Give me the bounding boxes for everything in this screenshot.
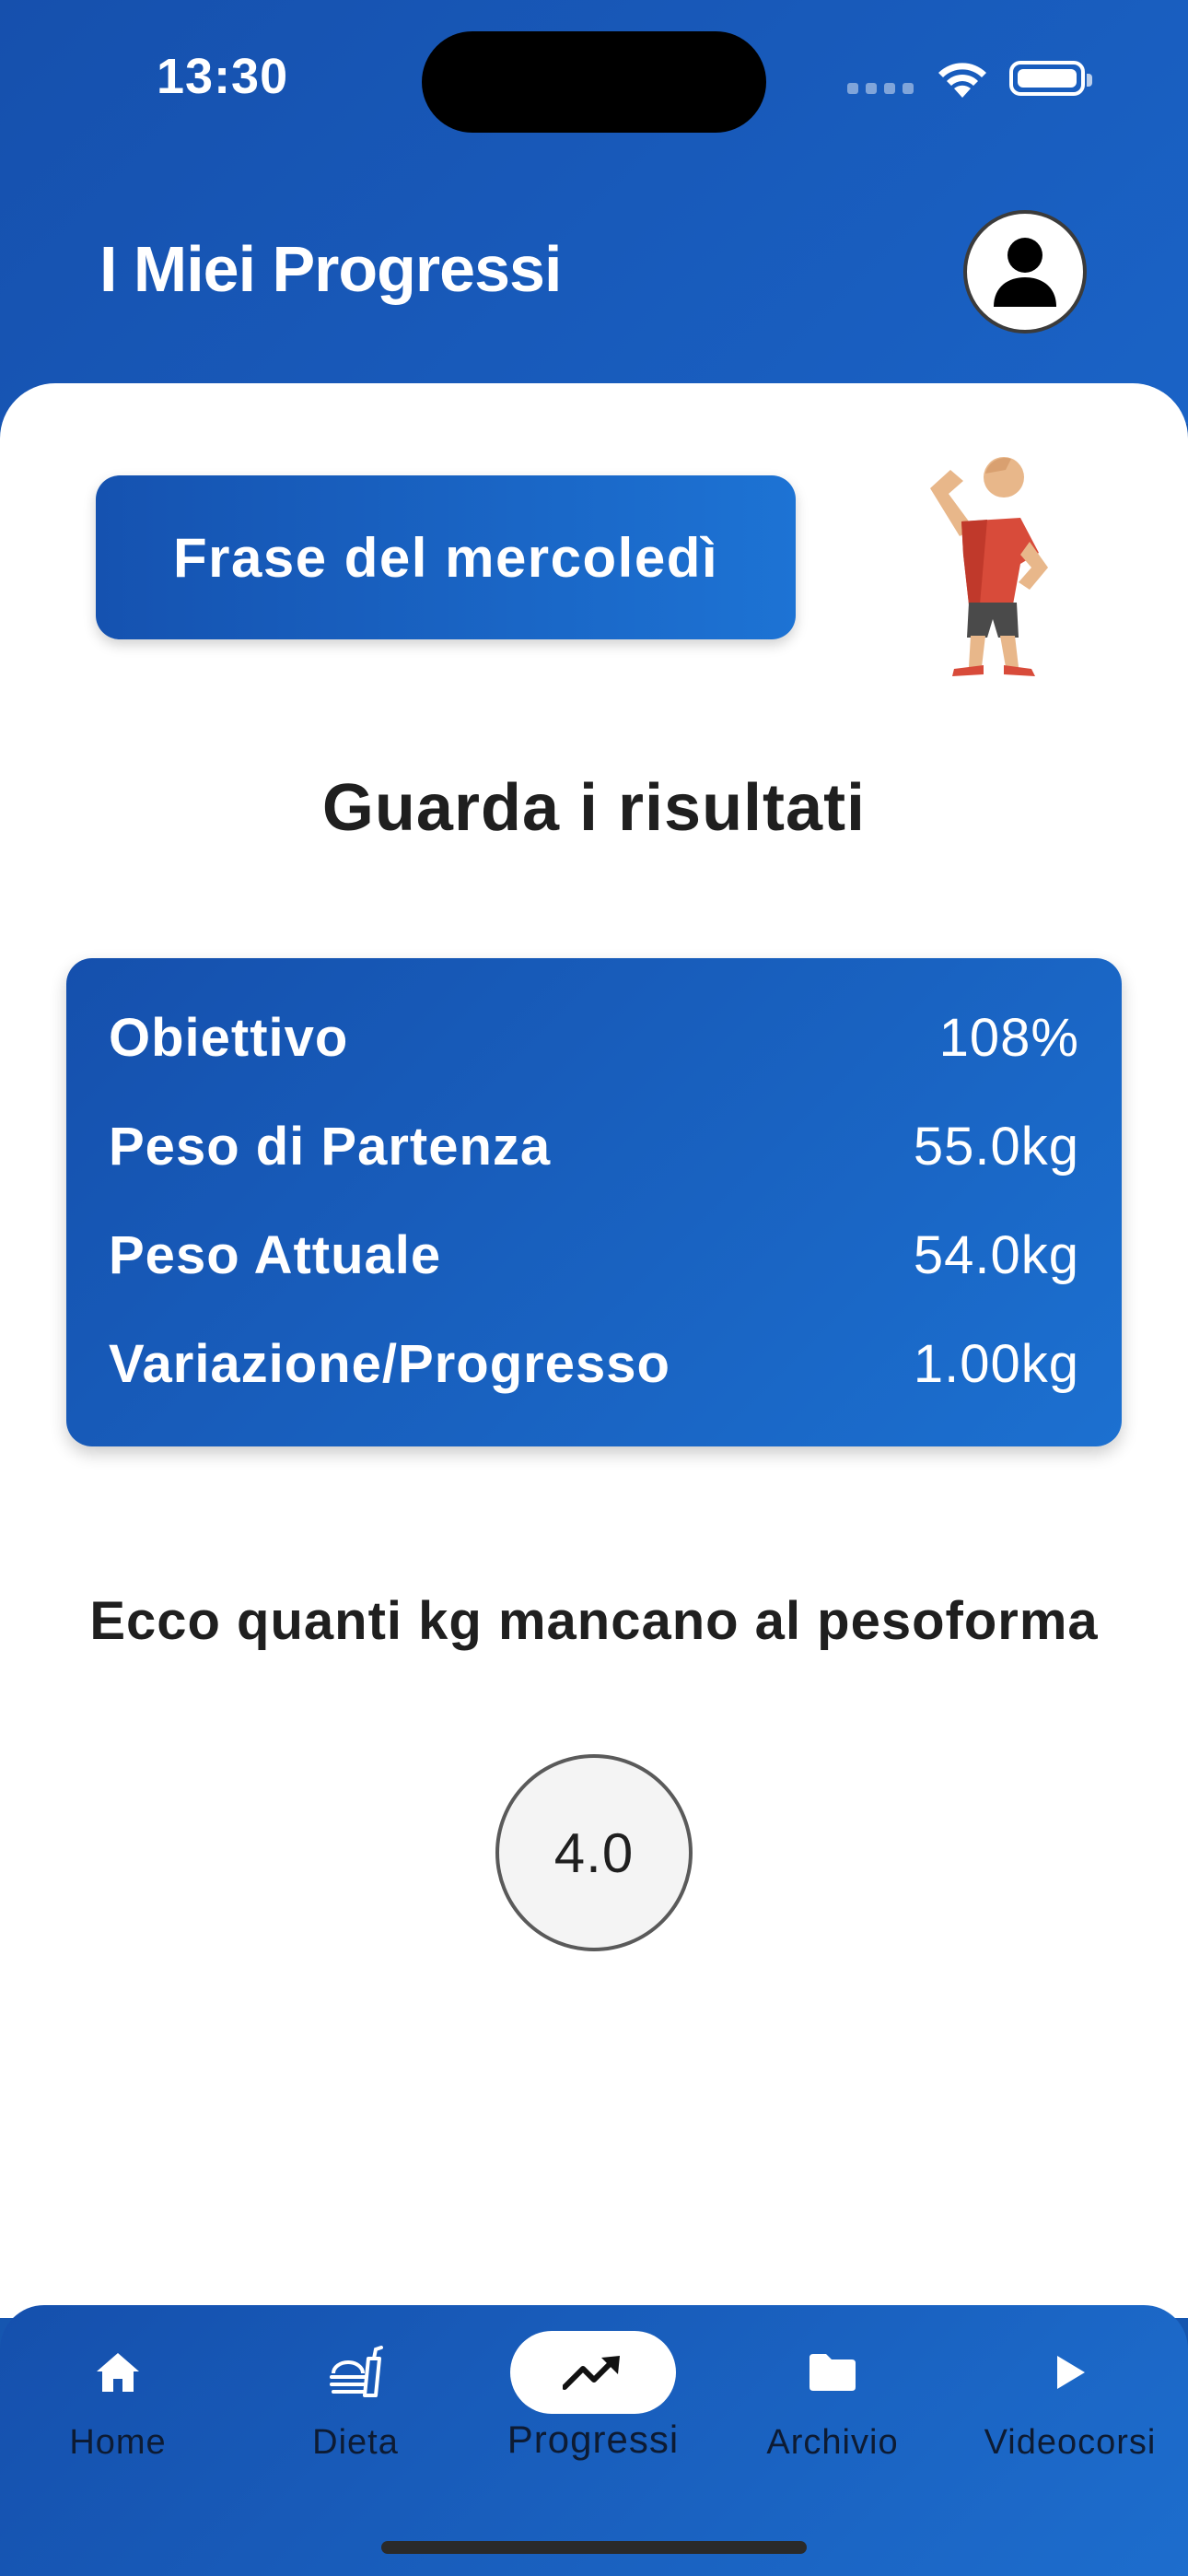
nav-icon-container	[35, 2331, 201, 2414]
stat-row-start-weight: Peso di Partenza 55.0kg	[109, 1109, 1079, 1183]
stat-label: Peso di Partenza	[109, 1116, 552, 1177]
nav-item-archive[interactable]: Archivio	[731, 2331, 934, 2469]
cellular-signal-icon	[847, 83, 914, 94]
nav-label: Dieta	[312, 2423, 399, 2462]
remaining-subtitle: Ecco quanti kg mancano al pesoforma	[89, 1591, 1099, 1651]
stat-label: Peso Attuale	[109, 1224, 442, 1285]
exercise-figure-icon	[930, 457, 1048, 676]
daily-quote-button[interactable]: Frase del mercoledì	[96, 475, 796, 639]
battery-icon	[1009, 61, 1092, 96]
stat-label: Variazione/Progresso	[109, 1333, 670, 1394]
nav-icon-container	[750, 2331, 915, 2414]
nav-label: Videocorsi	[984, 2423, 1157, 2462]
nav-icon-container	[273, 2331, 438, 2414]
stat-value: 55.0kg	[913, 1116, 1079, 1177]
page-title: I Miei Progressi	[99, 233, 562, 305]
nav-label: Archivio	[766, 2423, 899, 2462]
stat-value: 54.0kg	[913, 1224, 1079, 1285]
trending-up-icon	[563, 2356, 620, 2390]
person-icon	[994, 238, 1056, 307]
profile-avatar-button[interactable]	[963, 210, 1087, 334]
stat-value: 108%	[938, 1007, 1079, 1068]
results-card: Obiettivo 108% Peso di Partenza 55.0kg P…	[66, 958, 1122, 1446]
play-icon	[1057, 2356, 1085, 2389]
diet-icon	[330, 2346, 383, 2397]
stat-row-variation: Variazione/Progresso 1.00kg	[109, 1327, 1079, 1400]
results-title: Guarda i risultati	[321, 771, 867, 845]
nav-icon-container	[510, 2331, 676, 2414]
home-icon	[97, 2353, 139, 2392]
nav-item-diet[interactable]: Dieta	[254, 2331, 457, 2469]
nav-icon-container	[987, 2331, 1153, 2414]
stat-row-goal: Obiettivo 108%	[109, 1001, 1079, 1074]
screen: 13:30 I Miei Progressi Frase del mercole…	[0, 0, 1188, 2576]
nav-item-home[interactable]: Home	[17, 2331, 219, 2469]
remaining-kg-badge: 4.0	[495, 1754, 693, 1951]
stat-row-current-weight: Peso Attuale 54.0kg	[109, 1218, 1079, 1292]
nav-label: Progressi	[507, 2418, 680, 2461]
stat-label: Obiettivo	[109, 1007, 349, 1068]
status-time: 13:30	[157, 49, 289, 104]
home-indicator[interactable]	[381, 2541, 807, 2554]
stat-value: 1.00kg	[913, 1333, 1079, 1394]
nav-label: Home	[69, 2423, 167, 2462]
nav-item-progress[interactable]: Progressi	[492, 2331, 694, 2469]
wifi-icon	[938, 63, 986, 98]
nav-item-videocourses[interactable]: Videocorsi	[969, 2331, 1171, 2469]
dynamic-island	[422, 31, 766, 133]
folder-icon	[809, 2354, 856, 2391]
status-indicators	[847, 57, 1092, 103]
